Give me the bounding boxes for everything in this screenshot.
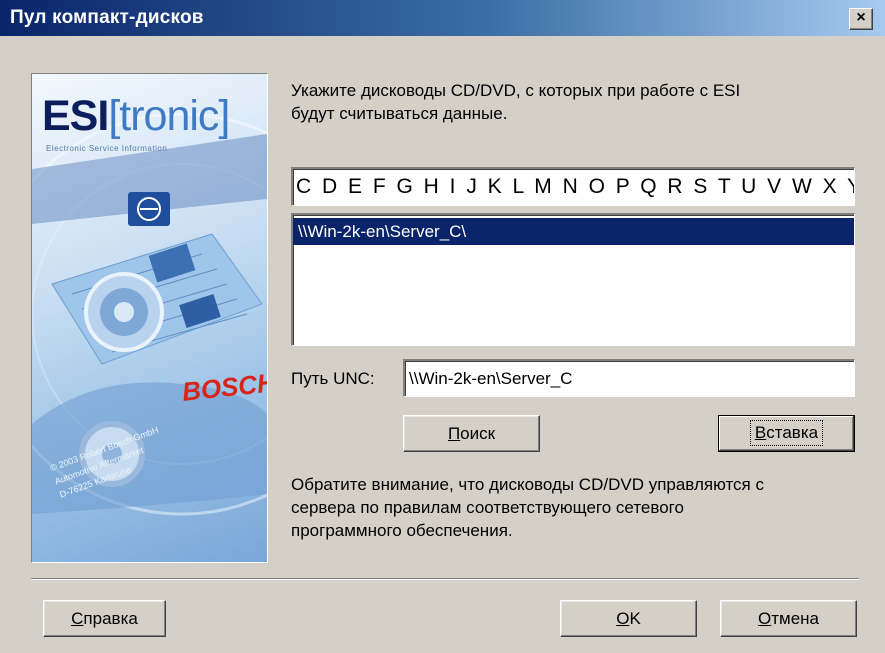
ok-button[interactable]: OK: [560, 600, 697, 637]
instructions-line-1: Укажите дисководы CD/DVD, с которых при …: [291, 81, 741, 100]
button-row-separator: [31, 578, 859, 580]
esi-tronic-cd-image: ESI[tronic] Electronic Service Informati…: [31, 73, 268, 563]
note-line-3: программного обеспечения.: [291, 521, 513, 540]
drive-listbox[interactable]: \\Win-2k-en\Server_C\: [291, 213, 855, 346]
list-item[interactable]: \\Win-2k-en\Server_C\: [293, 218, 854, 245]
note-line-2: сервера по правилам соответствующего сет…: [291, 498, 684, 517]
note-line-1: Обратите внимание, что дисководы CD/DVD …: [291, 475, 764, 494]
search-button[interactable]: Поиск: [403, 415, 540, 452]
drive-letters-field[interactable]: C D E F G H I J K L M N O P Q R S T U V …: [291, 167, 855, 206]
close-button[interactable]: ×: [849, 8, 873, 30]
instructions-line-2: будут считываться данные.: [291, 104, 508, 123]
window-title: Пул компакт-дисков: [10, 7, 204, 28]
cancel-button[interactable]: Отмена: [720, 600, 857, 637]
esi-logo: ESI[tronic]: [42, 92, 230, 140]
unc-path-input[interactable]: [403, 359, 855, 397]
esi-subtitle: Electronic Service Information: [46, 144, 168, 153]
unc-path-label: Путь UNC:: [291, 369, 375, 388]
cd-pool-dialog: Пул компакт-дисков × ESI[tronic] Electro…: [0, 0, 885, 653]
insert-button[interactable]: Вставка: [718, 415, 855, 452]
title-bar: Пул компакт-дисков ×: [0, 0, 885, 36]
close-icon: ×: [856, 9, 866, 26]
focus-indicator: Вставка: [749, 420, 824, 446]
help-button[interactable]: Справка: [43, 600, 166, 637]
